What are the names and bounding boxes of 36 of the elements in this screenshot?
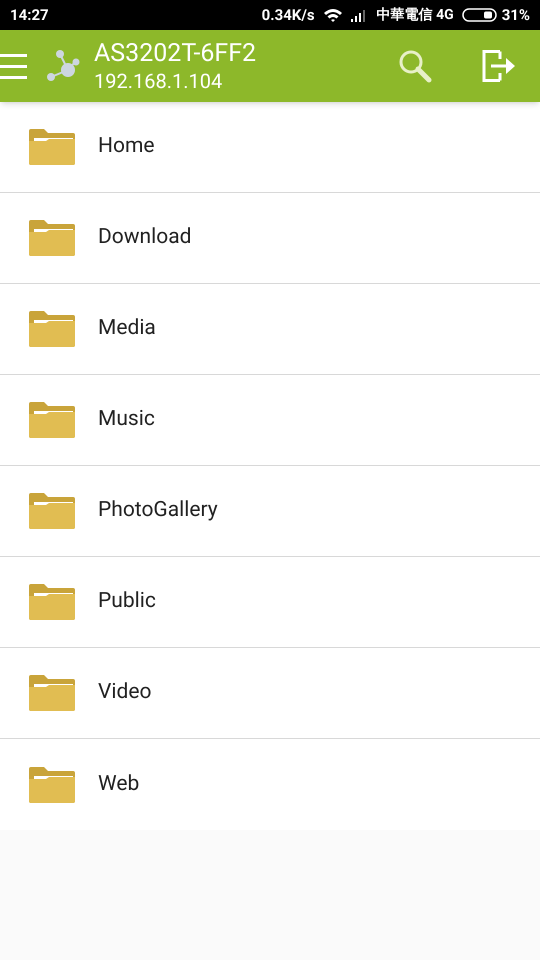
folder-icon (29, 311, 75, 347)
folder-name: Download (98, 224, 192, 252)
folder-row[interactable]: Music (0, 375, 540, 466)
folder-name: Video (98, 679, 152, 706)
folder-name: Web (98, 770, 140, 798)
logout-icon[interactable] (482, 50, 516, 82)
folder-row[interactable]: Download (0, 193, 540, 284)
folder-name: Home (98, 133, 155, 160)
folder-icon (29, 220, 75, 256)
menu-icon[interactable] (0, 53, 27, 79)
folder-name: Media (98, 315, 156, 342)
folder-row[interactable]: Web (0, 739, 540, 830)
network-speed: 0.34K/s (262, 4, 315, 26)
folder-icon (29, 766, 75, 802)
folder-row[interactable]: Media (0, 284, 540, 375)
folder-row[interactable]: Video (0, 648, 540, 739)
battery-percent: 31% (502, 4, 530, 26)
folder-row[interactable]: PhotoGallery (0, 466, 540, 557)
device-name: AS3202T-6FF2 (94, 38, 256, 70)
folder-icon (29, 402, 75, 438)
network-nodes-icon (46, 50, 80, 82)
battery-icon (462, 8, 498, 22)
folder-icon (29, 129, 75, 165)
folder-icon (29, 675, 75, 711)
wifi-icon (322, 8, 343, 22)
folder-icon (29, 584, 75, 620)
folder-icon (29, 493, 75, 529)
folder-row[interactable]: Home (0, 102, 540, 193)
folder-row[interactable]: Public (0, 557, 540, 648)
folder-name: PhotoGallery (98, 497, 218, 524)
search-icon[interactable] (398, 49, 432, 83)
status-time: 14:27 (10, 4, 49, 26)
folder-name: Music (98, 406, 155, 434)
carrier-name: 中華電信 4G (376, 6, 454, 24)
folder-name: Public (98, 588, 156, 616)
ip-address: 192.168.1.104 (94, 69, 224, 94)
